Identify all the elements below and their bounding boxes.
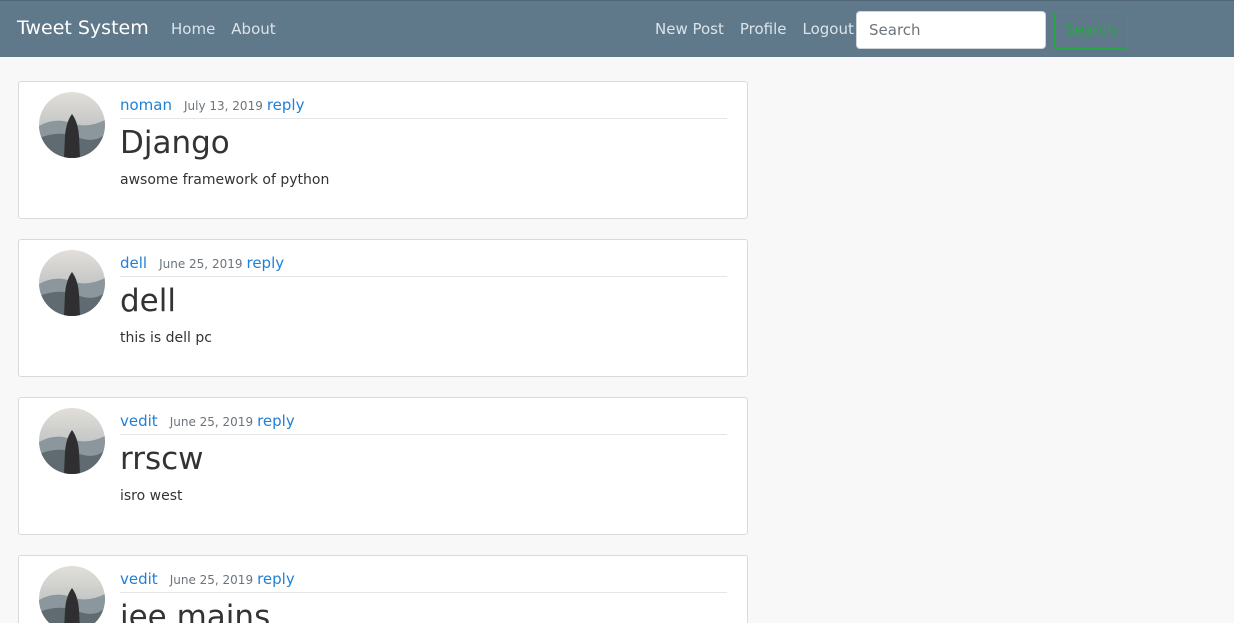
post-date: June 25, 2019 (169, 415, 254, 429)
post-title: rrscw (120, 441, 204, 477)
nav-about-link[interactable]: About (231, 20, 275, 38)
avatar (39, 92, 105, 158)
post-author-link[interactable]: vedit (120, 570, 158, 588)
post-date: June 25, 2019 (159, 257, 243, 271)
post-card: noman July 13, 2019 reply Django awsome … (18, 81, 748, 219)
post-author-link[interactable]: dell (120, 254, 147, 272)
reply-link[interactable]: reply (257, 570, 295, 588)
post-title: jee mains (120, 599, 271, 623)
post-body: isro west (120, 488, 183, 504)
post-meta: noman July 13, 2019 reply (120, 96, 727, 119)
post-card: dell June 25, 2019 reply dell this is de… (18, 239, 748, 377)
search-input[interactable] (856, 11, 1046, 49)
post-body: awsome framework of python (120, 172, 330, 188)
avatar (39, 250, 105, 316)
post-title: dell (120, 283, 176, 319)
avatar (39, 408, 105, 474)
nav-profile-link[interactable]: Profile (740, 20, 787, 38)
post-body: this is dell pc (120, 330, 212, 346)
nav-home-link[interactable]: Home (171, 20, 215, 38)
reply-link[interactable]: reply (267, 96, 305, 114)
post-date: June 25, 2019 (169, 573, 254, 587)
post-meta: vedit June 25, 2019 reply (120, 412, 727, 435)
nav-links-left: Home About (171, 20, 276, 38)
nav-logout-link[interactable]: Logout (803, 20, 854, 38)
navbar: Tweet System Home About New Post Profile… (0, 0, 1234, 57)
nav-links-right: New Post Profile Logout (655, 20, 854, 38)
nav-new-post-link[interactable]: New Post (655, 20, 724, 38)
post-author-link[interactable]: vedit (120, 412, 158, 430)
post-author-link[interactable]: noman (120, 96, 172, 114)
post-title: Django (120, 125, 230, 161)
brand-link[interactable]: Tweet System (17, 17, 149, 39)
reply-link[interactable]: reply (246, 254, 284, 272)
post-card: vedit June 25, 2019 reply jee mains (18, 555, 748, 623)
post-date: July 13, 2019 (184, 99, 263, 113)
post-card: vedit June 25, 2019 reply rrscw isro wes… (18, 397, 748, 535)
reply-link[interactable]: reply (257, 412, 295, 430)
avatar (39, 566, 105, 623)
post-meta: dell June 25, 2019 reply (120, 254, 727, 277)
post-meta: vedit June 25, 2019 reply (120, 570, 727, 593)
search-button[interactable]: Search (1054, 11, 1128, 49)
